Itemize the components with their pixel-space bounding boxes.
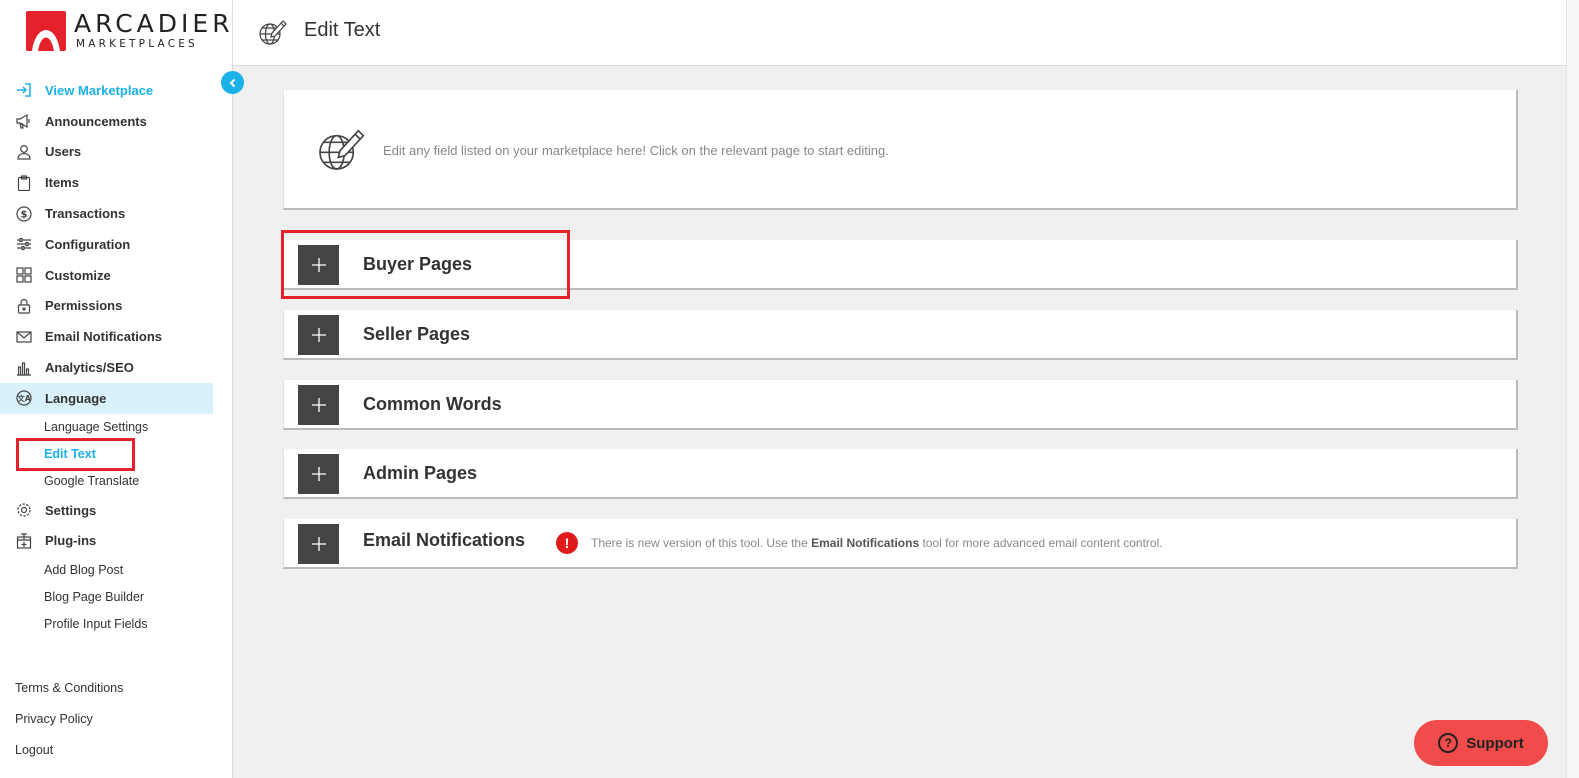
email-notice-text: There is new version of this tool. Use t… bbox=[591, 536, 1163, 550]
intro-card: Edit any field listed on your marketplac… bbox=[283, 90, 1518, 210]
sidebar-subitem-blog-page-builder[interactable]: Blog Page Builder bbox=[0, 583, 213, 610]
dollar-icon: $ bbox=[15, 205, 33, 223]
expand-button[interactable] bbox=[298, 315, 339, 355]
sidebar-collapse-button[interactable] bbox=[221, 71, 244, 94]
sidebar-item-items[interactable]: Items bbox=[0, 167, 213, 198]
megaphone-icon bbox=[15, 112, 33, 130]
section-seller-pages[interactable]: Seller Pages bbox=[283, 310, 1518, 360]
sidebar-item-plugins[interactable]: Plug-ins bbox=[0, 526, 213, 557]
bar-chart-icon bbox=[15, 359, 33, 377]
section-title: Admin Pages bbox=[363, 463, 478, 483]
globe-pencil-icon bbox=[257, 17, 287, 47]
sidebar-item-label: Announcements bbox=[45, 113, 147, 129]
sidebar-item-settings[interactable]: Settings bbox=[0, 495, 213, 526]
sidebar-item-users[interactable]: Users bbox=[0, 137, 213, 168]
sidebar-item-label: Email Notifications bbox=[45, 329, 163, 345]
plus-icon bbox=[311, 328, 326, 342]
sidebar-item-language[interactable]: 文A Language bbox=[0, 382, 213, 414]
support-label: Support bbox=[1466, 734, 1524, 752]
enter-icon bbox=[15, 81, 33, 99]
sidebar-nav: View Marketplace Announcements Users Ite… bbox=[0, 75, 213, 637]
section-title: Common Words bbox=[363, 394, 502, 414]
logout-link[interactable]: Logout bbox=[15, 734, 123, 765]
intro-text: Edit any field listed on your marketplac… bbox=[383, 143, 889, 158]
sidebar-subitem-profile-input-fields[interactable]: Profile Input Fields bbox=[0, 610, 213, 637]
grid-icon bbox=[15, 266, 33, 284]
sidebar-item-label: Permissions bbox=[45, 298, 123, 314]
sidebar-item-label: Settings bbox=[45, 502, 97, 518]
section-common-words[interactable]: Common Words bbox=[283, 380, 1518, 430]
page-title: Edit Text bbox=[304, 19, 381, 41]
page-header: Edit Text bbox=[233, 0, 1566, 66]
sidebar-item-label: Users bbox=[45, 144, 82, 160]
expand-button[interactable] bbox=[298, 454, 339, 494]
privacy-link[interactable]: Privacy Policy bbox=[15, 703, 123, 734]
logo-subtitle: MARKETPLACES bbox=[76, 38, 198, 50]
section-admin-pages[interactable]: Admin Pages bbox=[283, 449, 1518, 499]
plus-icon bbox=[311, 398, 326, 412]
page-scrollbar[interactable] bbox=[1566, 0, 1579, 778]
sidebar-item-configuration[interactable]: Configuration bbox=[0, 229, 213, 260]
clipboard-icon bbox=[15, 174, 33, 192]
notice-pre: There is new version of this tool. Use t… bbox=[591, 536, 812, 550]
edit-text-highlight bbox=[16, 438, 135, 471]
logo-mark bbox=[26, 11, 66, 51]
expand-button[interactable] bbox=[298, 385, 339, 425]
help-icon: ? bbox=[1438, 733, 1459, 753]
section-title: Seller Pages bbox=[363, 324, 471, 344]
arcadier-logo[interactable]: ARCADIER MARKETPLACES bbox=[26, 9, 230, 53]
svg-text:$: $ bbox=[21, 209, 28, 220]
sliders-icon bbox=[15, 235, 33, 253]
sidebar-subitem-google-translate[interactable]: Google Translate bbox=[0, 468, 213, 495]
expand-button[interactable] bbox=[298, 524, 339, 564]
terms-link[interactable]: Terms & Conditions bbox=[15, 672, 123, 703]
sidebar-item-label: Analytics/SEO bbox=[45, 360, 134, 376]
sidebar-footer: Terms & Conditions Privacy Policy Logout bbox=[15, 672, 123, 765]
logo-wordmark: ARCADIER bbox=[74, 9, 234, 38]
sidebar-item-announcements[interactable]: Announcements bbox=[0, 106, 213, 137]
section-email-notifications[interactable]: Email Notifications ! There is new versi… bbox=[283, 519, 1518, 569]
sidebar-item-analytics-seo[interactable]: Analytics/SEO bbox=[0, 352, 213, 383]
notice-tool-name: Email Notifications bbox=[811, 536, 920, 550]
sidebar-item-permissions[interactable]: Permissions bbox=[0, 291, 213, 322]
sidebar-item-email-notifications[interactable]: Email Notifications bbox=[0, 321, 213, 352]
sidebar-subitem-language-settings[interactable]: Language Settings bbox=[0, 414, 213, 441]
warning-icon: ! bbox=[556, 532, 578, 554]
sidebar-item-label: Configuration bbox=[45, 236, 131, 252]
sidebar-item-transactions[interactable]: $ Transactions bbox=[0, 198, 213, 229]
plugin-icon bbox=[15, 532, 33, 550]
sidebar-subitem-add-blog-post[interactable]: Add Blog Post bbox=[0, 556, 213, 583]
sidebar-item-label: Language bbox=[45, 390, 107, 406]
sidebar-item-view-marketplace[interactable]: View Marketplace bbox=[0, 75, 213, 106]
mail-icon bbox=[15, 328, 33, 346]
translate-icon: 文A bbox=[15, 389, 33, 407]
sidebar-item-label: Customize bbox=[45, 267, 111, 283]
lock-icon bbox=[15, 297, 33, 315]
notice-post: tool for more advanced email content con… bbox=[919, 536, 1163, 550]
support-button[interactable]: ? Support bbox=[1414, 720, 1548, 766]
svg-text:文A: 文A bbox=[17, 393, 30, 403]
sidebar-item-customize[interactable]: Customize bbox=[0, 260, 213, 291]
plus-icon bbox=[311, 467, 326, 481]
buyer-pages-highlight bbox=[281, 230, 570, 299]
user-icon bbox=[15, 143, 33, 161]
sidebar-item-label: Plug-ins bbox=[45, 533, 97, 549]
gear-icon bbox=[15, 501, 33, 519]
sidebar-item-label: Items bbox=[45, 175, 79, 191]
chevron-left-icon bbox=[229, 78, 235, 87]
sidebar-item-label: Transactions bbox=[45, 206, 126, 222]
globe-pencil-icon bbox=[314, 124, 366, 174]
plus-icon bbox=[311, 537, 326, 551]
sidebar-item-label: View Marketplace bbox=[45, 82, 154, 98]
section-title: Email Notifications bbox=[363, 530, 526, 550]
sidebar: ARCADIER MARKETPLACES View Marketplace A… bbox=[0, 0, 233, 778]
